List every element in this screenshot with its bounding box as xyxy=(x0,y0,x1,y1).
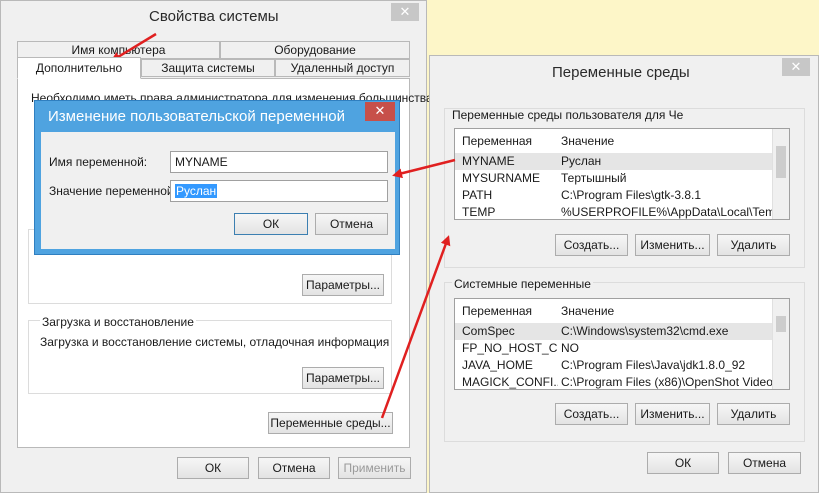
sys-var-row-value: NO xyxy=(561,341,579,355)
sys-var-row[interactable]: ComSpec C:\Windows\system32\cmd.exe xyxy=(455,323,772,340)
edit-cancel-button[interactable]: Отмена xyxy=(315,213,388,235)
tab-system-protection[interactable]: Защита системы xyxy=(141,59,275,77)
env-ok-button[interactable]: ОК xyxy=(647,452,719,474)
env-cancel-button[interactable]: Отмена xyxy=(728,452,801,474)
user-var-row-value: %USERPROFILE%\AppData\Local\Temp xyxy=(561,205,773,219)
user-var-row-name: PATH xyxy=(462,188,493,202)
system-variables-group-label: Системные переменные xyxy=(452,277,593,291)
variable-name-label: Имя переменной: xyxy=(49,155,148,169)
user-var-row[interactable]: PATH C:\Program Files\gtk-3.8.1 xyxy=(455,187,772,204)
system-properties-title: Свойства системы xyxy=(149,8,279,25)
user-var-row[interactable]: TEMP %USERPROFILE%\AppData\Local\Temp xyxy=(455,204,773,219)
boot-recovery-label: Загрузка и восстановление xyxy=(40,315,196,329)
sys-var-row-name: MAGICK_CONFI... xyxy=(462,375,558,389)
user-var-row[interactable]: MYNAME Руслан xyxy=(455,153,772,170)
user-var-row-name: TEMP xyxy=(462,205,496,219)
tab-remote[interactable]: Удаленный доступ xyxy=(275,59,410,77)
tab-hardware[interactable]: Оборудование xyxy=(220,41,410,59)
system-list-scrollbar[interactable] xyxy=(772,299,789,389)
sys-var-row[interactable]: FP_NO_HOST_C... NO xyxy=(455,340,772,357)
edit-ok-button[interactable]: ОК xyxy=(234,213,308,235)
edit-variable-title: Изменение пользовательской переменной xyxy=(48,108,346,125)
user-delete-button[interactable]: Удалить xyxy=(717,234,790,256)
user-var-row-value: Тертышный xyxy=(561,171,627,185)
user-list-scrollbar[interactable] xyxy=(772,129,789,219)
system-properties-close-icon[interactable]: ✕ xyxy=(391,3,419,21)
user-var-row-name: MYSURNAME xyxy=(462,171,541,185)
user-list-header: Переменная Значение xyxy=(455,129,772,153)
system-list-header: Переменная Значение xyxy=(455,299,772,323)
boot-recovery-description: Загрузка и восстановление системы, отлад… xyxy=(40,335,390,349)
user-variables-group-label: Переменные среды пользователя для Че xyxy=(452,108,684,122)
system-cancel-button[interactable]: Отмена xyxy=(258,457,330,479)
sys-var-row[interactable]: MAGICK_CONFI... C:\Program Files (x86)\Op… xyxy=(455,374,773,389)
environment-variables-title: Переменные среды xyxy=(552,64,690,81)
sys-var-row-value: C:\Program Files (x86)\OpenShot Video ..… xyxy=(561,375,773,389)
variable-value-label: Значение переменной: xyxy=(49,184,177,198)
boot-params-button[interactable]: Параметры... xyxy=(302,367,384,389)
environment-variables-close-icon[interactable]: ✕ xyxy=(782,58,810,76)
system-col-value[interactable]: Значение xyxy=(561,304,614,318)
variable-name-field[interactable]: MYNAME xyxy=(170,151,388,173)
user-var-row[interactable]: MYSURNAME Тертышный xyxy=(455,170,772,187)
edit-variable-body: Имя переменной: MYNAME Значение переменн… xyxy=(41,132,395,249)
sys-var-row-name: JAVA_HOME xyxy=(462,358,533,372)
sys-var-row-value: C:\Program Files\Java\jdk1.8.0_92 xyxy=(561,358,746,372)
user-variables-list[interactable]: Переменная Значение MYNAME Руслан MYSURNAM… xyxy=(454,128,790,220)
user-col-variable[interactable]: Переменная xyxy=(462,134,532,148)
tab-advanced[interactable]: Дополнительно xyxy=(17,57,141,79)
system-col-variable[interactable]: Переменная xyxy=(462,304,532,318)
user-col-value[interactable]: Значение xyxy=(561,134,614,148)
system-ok-button[interactable]: ОК xyxy=(177,457,249,479)
variable-value-text: Руслан xyxy=(175,184,218,198)
system-delete-button[interactable]: Удалить xyxy=(717,403,790,425)
user-var-row-value: C:\Program Files\gtk-3.8.1 xyxy=(561,188,702,202)
edit-variable-close-icon[interactable]: ✕ xyxy=(365,102,395,121)
user-var-row-value: Руслан xyxy=(561,154,602,168)
user-var-row-name: MYNAME xyxy=(462,154,515,168)
performance-params-button[interactable]: Параметры... xyxy=(302,274,384,296)
system-change-button[interactable]: Изменить... xyxy=(635,403,710,425)
edit-variable-dialog: Изменение пользовательской переменной ✕ … xyxy=(34,100,400,255)
system-apply-button[interactable]: Применить xyxy=(338,457,411,479)
sys-var-row-name: ComSpec xyxy=(462,324,515,338)
system-create-button[interactable]: Создать... xyxy=(555,403,628,425)
variable-value-field[interactable]: Руслан xyxy=(170,180,388,202)
sys-var-row-name: FP_NO_HOST_C... xyxy=(462,341,558,355)
environment-variables-button[interactable]: Переменные среды... xyxy=(268,412,393,434)
user-change-button[interactable]: Изменить... xyxy=(635,234,710,256)
sys-var-row-value: C:\Windows\system32\cmd.exe xyxy=(561,324,729,338)
user-create-button[interactable]: Создать... xyxy=(555,234,628,256)
environment-variables-window: Переменные среды ✕ Переменные среды поль… xyxy=(429,55,819,493)
sys-var-row[interactable]: JAVA_HOME C:\Program Files\Java\jdk1.8.0_… xyxy=(455,357,772,374)
system-variables-list[interactable]: Переменная Значение ComSpec C:\Windows\sy… xyxy=(454,298,790,390)
